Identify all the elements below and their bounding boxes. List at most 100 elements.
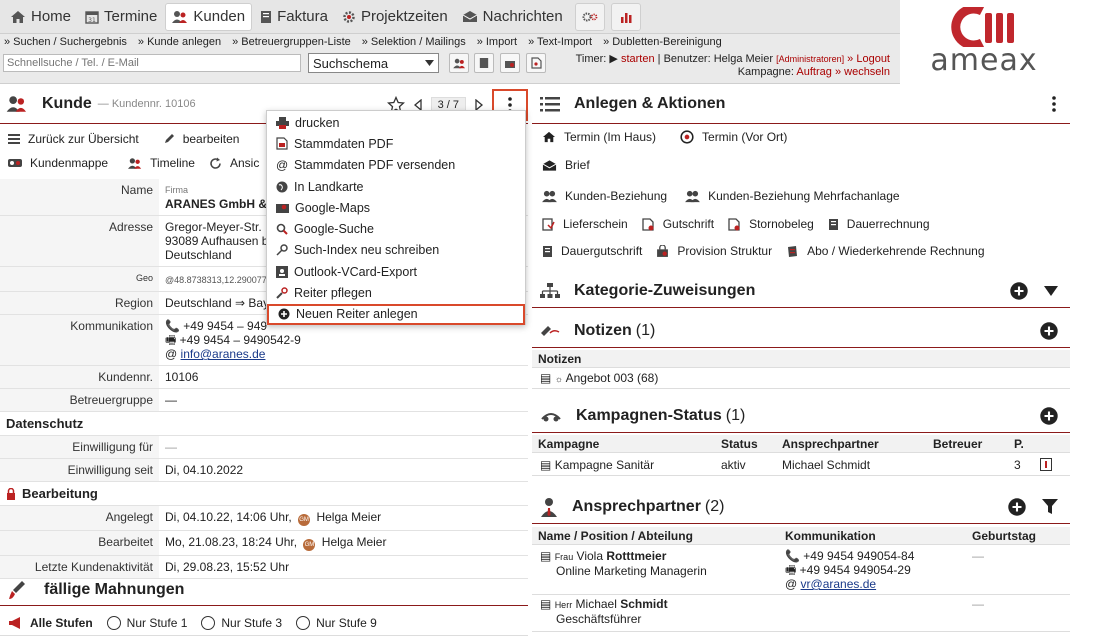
phone-icon: 📞: [785, 549, 800, 563]
nav-home[interactable]: Home: [4, 3, 77, 31]
menu-item-vcard-export[interactable]: Outlook-VCard-Export: [267, 261, 525, 282]
settings-button[interactable]: [574, 2, 605, 31]
contact1-email[interactable]: vr@aranes.de: [801, 577, 877, 591]
contact2-birthday: —: [972, 597, 984, 611]
search-schema-select[interactable]: Suchschema: [308, 53, 439, 73]
subnav-duplicates[interactable]: » Dubletten-Bereinigung: [603, 36, 722, 48]
contact-row[interactable]: ▤ Frau Viola Rotttmeier Online Marketing…: [532, 547, 1070, 595]
radio-level-9[interactable]: [296, 615, 311, 630]
campaign-switch-link[interactable]: » wechseln: [835, 66, 890, 78]
campaign-name: Kampagne Sanitär: [554, 457, 655, 472]
filter-icon[interactable]: [1042, 498, 1058, 515]
appointment-onsite-button[interactable]: Termin (Vor Ort): [680, 130, 787, 144]
filter-level-9[interactable]: Nur Stufe 9: [296, 615, 377, 630]
invoice-tool-button[interactable]: [474, 53, 494, 73]
quick-search-input[interactable]: [3, 54, 301, 72]
timer-user-info: Timer: ▶ starten | Benutzer: Helga Meier…: [576, 53, 890, 79]
statistics-button[interactable]: [610, 2, 641, 31]
menu-item-print[interactable]: drucken: [267, 112, 525, 133]
customer-folder-button[interactable]: Kundenmappe: [8, 156, 108, 170]
recurring-invoice-button[interactable]: Dauerrechnung: [828, 217, 930, 231]
bag-tool-button[interactable]: [500, 53, 520, 73]
recurring-credit-button[interactable]: Dauergutschrift: [542, 244, 642, 258]
customer-relation-button[interactable]: Kunden-Beziehung: [542, 189, 667, 203]
subnav-create-customer[interactable]: » Kunde anlegen: [138, 36, 221, 48]
menu-item-send-pdf[interactable]: @ Stammdaten PDF versenden: [267, 155, 525, 176]
subscription-button[interactable]: Abo / Wiederkehrende Rechnung: [786, 244, 985, 258]
at-icon: @: [785, 577, 798, 591]
delivery-note-button[interactable]: Lieferschein: [542, 217, 628, 231]
view-button[interactable]: Ansic: [209, 156, 259, 170]
subnav-selection-mailings[interactable]: » Selektion / Mailings: [362, 36, 466, 48]
customers-tool-button[interactable]: [449, 53, 469, 73]
plus-circle-icon[interactable]: [1008, 497, 1026, 516]
cancellation-button[interactable]: Stornobeleg: [728, 217, 814, 231]
address-line3: Deutschland: [165, 248, 232, 262]
credit-note-button[interactable]: Gutschrift: [642, 217, 714, 231]
plus-circle-icon[interactable]: [1040, 406, 1058, 425]
contact-row[interactable]: ▤ Herr Michael Schmidt Geschäftsführer —: [532, 596, 1070, 632]
letter-button[interactable]: Brief: [542, 158, 590, 172]
commission-structure-button[interactable]: Provision Struktur: [656, 244, 772, 258]
plus-circle-icon[interactable]: [1040, 321, 1058, 340]
menu-item-google-search[interactable]: Google-Suche: [267, 218, 525, 239]
radio-level-1[interactable]: [106, 615, 121, 630]
menu-item-map[interactable]: In Landkarte: [267, 176, 525, 197]
edited-row: Bearbeitet Mo, 21.08.23, 18:24 Uhr, GM H…: [0, 531, 528, 556]
subnav-search[interactable]: » Suchen / Suchergebnis: [4, 36, 127, 48]
customer-relation-multi-button[interactable]: Kunden-Beziehung Mehrfachanlage: [685, 189, 900, 203]
sitemap-icon: [540, 282, 560, 298]
notes-column-header: Notizen: [538, 351, 582, 366]
col-status: Status: [721, 436, 758, 451]
menu-item-master-pdf[interactable]: Stammdaten PDF: [267, 133, 525, 154]
menu-item-reindex[interactable]: Such-Index neu schreiben: [267, 240, 525, 261]
letter-label: Brief: [565, 158, 590, 172]
campaign-status: aktiv: [721, 457, 746, 472]
info-book-icon[interactable]: [1040, 458, 1052, 471]
shopping-bag-icon: [657, 244, 669, 257]
back-to-overview-button[interactable]: Zurück zur Übersicht: [8, 132, 139, 146]
subnav-import[interactable]: » Import: [477, 36, 517, 48]
nav-termine[interactable]: 31 Termine: [79, 3, 163, 31]
menu-item-new-tab[interactable]: Neuen Reiter anlegen: [267, 303, 525, 325]
delivery-note-label: Lieferschein: [563, 217, 628, 231]
phone-icon: 📞: [165, 319, 180, 333]
brush-icon: [9, 580, 25, 599]
created-row: Angelegt Di, 04.10.22, 14:06 Uhr, GM Hel…: [0, 506, 528, 531]
plus-circle-icon[interactable]: [1010, 281, 1028, 300]
nav-kunden[interactable]: Kunden: [165, 2, 253, 31]
col-birthday: Geburtstag: [972, 528, 1037, 543]
logout-link[interactable]: » Logout: [847, 53, 890, 65]
email-link[interactable]: info@aranes.de: [181, 347, 266, 361]
consent-since-label: Einwilligung seit: [0, 459, 159, 481]
col-campaign: Kampagne: [538, 436, 600, 451]
contact2-first: Michael: [575, 597, 617, 611]
nav-projektzeiten[interactable]: Projektzeiten: [336, 3, 454, 31]
kebab-icon[interactable]: [1052, 95, 1056, 112]
dunning-filters: Alle Stufen Nur Stufe 1 Nur Stufe 3 Nur …: [0, 610, 528, 636]
main-nav: Home 31 Termine Kunden Faktura Projektze…: [0, 0, 900, 34]
radio-level-3[interactable]: [201, 615, 216, 630]
edited-user: Helga Meier: [321, 535, 387, 549]
filter-level-1[interactable]: Nur Stufe 1: [106, 615, 187, 630]
subnav-text-import[interactable]: » Text-Import: [528, 36, 592, 48]
campaign-row[interactable]: ▤ Kampagne Sanitär aktiv Michael Schmidt…: [532, 454, 1070, 476]
menu-item-master-pdf-label: Stammdaten PDF: [294, 136, 394, 151]
sub-nav: » Suchen / Suchergebnis » Kunde anlegen …: [0, 34, 900, 50]
filter-level-3[interactable]: Nur Stufe 3: [201, 615, 282, 630]
caret-down-icon[interactable]: [1044, 285, 1058, 296]
document-tool-button[interactable]: [526, 53, 546, 73]
timer-start-link[interactable]: starten: [621, 53, 655, 65]
timeline-button[interactable]: Timeline: [128, 156, 195, 170]
appointment-inhouse-button[interactable]: Termin (Im Haus): [542, 130, 656, 144]
campaign-value[interactable]: Auftrag: [796, 66, 831, 78]
subnav-caregroup-list[interactable]: » Betreuergruppen-Liste: [232, 36, 351, 48]
nav-faktura[interactable]: Faktura: [254, 3, 334, 31]
nav-nachrichten[interactable]: Nachrichten: [456, 3, 569, 31]
menu-item-google-maps[interactable]: Google-Maps: [267, 197, 525, 218]
category-tools: [1010, 281, 1058, 300]
edit-button[interactable]: bearbeiten: [163, 132, 239, 146]
note-row[interactable]: ▤ ☼ Angebot 003 (68): [532, 369, 1070, 389]
filter-all-levels[interactable]: Alle Stufen: [8, 616, 93, 630]
menu-item-manage-tabs[interactable]: Reiter pflegen: [267, 282, 525, 303]
